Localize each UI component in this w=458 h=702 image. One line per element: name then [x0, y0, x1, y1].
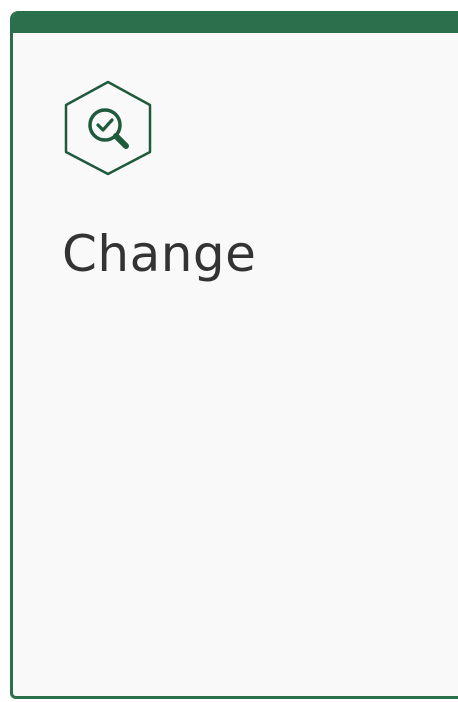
change-card[interactable]: Change	[10, 11, 458, 699]
card-title: Change	[62, 225, 257, 283]
hexagon-magnifier-check-icon	[62, 80, 154, 176]
card-accent-bar	[13, 11, 458, 33]
